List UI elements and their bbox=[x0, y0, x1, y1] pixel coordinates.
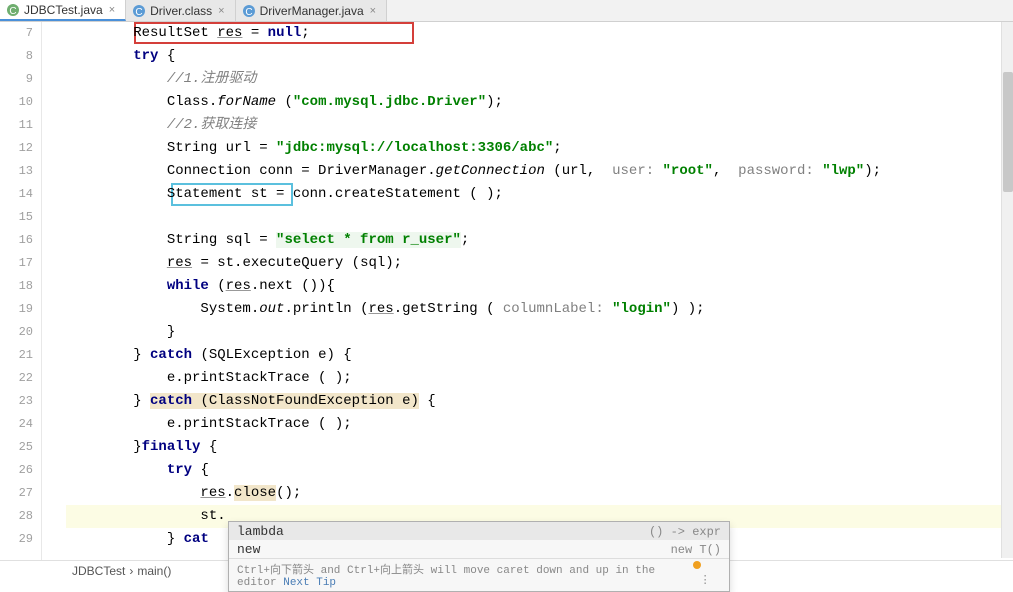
code-line[interactable]: e.printStackTrace ( ); bbox=[66, 367, 1013, 390]
close-icon[interactable]: × bbox=[370, 5, 376, 17]
code-line[interactable]: ResultSet res = null; bbox=[66, 22, 1013, 45]
line-number: 8 bbox=[0, 45, 33, 68]
code-line[interactable]: Statement st = conn.createStatement ( ); bbox=[66, 183, 1013, 206]
code-line[interactable]: e.printStackTrace ( ); bbox=[66, 413, 1013, 436]
next-tip-link[interactable]: Next Tip bbox=[283, 577, 336, 589]
chevron-right-icon: › bbox=[129, 564, 133, 578]
tab-jdbctest[interactable]: C JDBCTest.java × bbox=[0, 0, 126, 21]
code-line[interactable]: try { bbox=[66, 45, 1013, 68]
line-number: 25 bbox=[0, 436, 33, 459]
line-number: 9 bbox=[0, 68, 33, 91]
line-number: 13 bbox=[0, 160, 33, 183]
line-number: 20 bbox=[0, 321, 33, 344]
line-number: 22 bbox=[0, 367, 33, 390]
code-line[interactable]: //2.获取连接 bbox=[66, 114, 1013, 137]
editor-area: 7 8 9 10 11 12 13 14 15 16 17 18 19 20 2… bbox=[0, 22, 1013, 560]
tab-label: DriverManager.java bbox=[260, 4, 364, 18]
code-line[interactable]: res.close(); bbox=[66, 482, 1013, 505]
scrollbar-thumb[interactable] bbox=[1003, 72, 1013, 192]
line-number: 23 bbox=[0, 390, 33, 413]
autocomplete-item[interactable]: lambda () -> expr bbox=[229, 522, 729, 540]
line-number: 27 bbox=[0, 482, 33, 505]
code-line[interactable]: while (res.next ()){ bbox=[66, 275, 1013, 298]
vertical-scrollbar[interactable] bbox=[1001, 22, 1013, 558]
line-number: 10 bbox=[0, 91, 33, 114]
svg-text:C: C bbox=[9, 6, 16, 17]
line-number: 14 bbox=[0, 183, 33, 206]
code-editor[interactable]: ResultSet res = null; try { //1.注册驱动 Cla… bbox=[66, 22, 1013, 560]
svg-text:C: C bbox=[245, 7, 252, 18]
close-icon[interactable]: × bbox=[218, 5, 224, 17]
line-number: 18 bbox=[0, 275, 33, 298]
code-line[interactable]: } catch (ClassNotFoundException e) { bbox=[66, 390, 1013, 413]
autocomplete-item[interactable]: new new T() bbox=[229, 540, 729, 558]
code-line[interactable]: try { bbox=[66, 459, 1013, 482]
line-number: 29 bbox=[0, 528, 33, 551]
line-number: 26 bbox=[0, 459, 33, 482]
class-icon: C bbox=[242, 4, 256, 18]
autocomplete-popup[interactable]: lambda () -> expr new new T() Ctrl+向下箭头 … bbox=[228, 521, 730, 592]
line-number: 28 bbox=[0, 505, 33, 528]
class-icon: C bbox=[6, 3, 20, 17]
editor-tabs: C JDBCTest.java × C Driver.class × C Dri… bbox=[0, 0, 1013, 22]
code-line[interactable]: res = st.executeQuery (sql); bbox=[66, 252, 1013, 275]
line-number: 11 bbox=[0, 114, 33, 137]
class-icon: C bbox=[132, 4, 146, 18]
tab-driver[interactable]: C Driver.class × bbox=[126, 0, 235, 21]
line-number: 21 bbox=[0, 344, 33, 367]
fold-gutter bbox=[42, 22, 66, 560]
code-line[interactable]: } bbox=[66, 321, 1013, 344]
autocomplete-hint: Ctrl+向下箭头 and Ctrl+向上箭头 will move caret … bbox=[229, 558, 729, 591]
line-number: 7 bbox=[0, 22, 33, 45]
tab-drivermanager[interactable]: C DriverManager.java × bbox=[236, 0, 387, 21]
code-line[interactable]: } catch (SQLException e) { bbox=[66, 344, 1013, 367]
line-gutter: 7 8 9 10 11 12 13 14 15 16 17 18 19 20 2… bbox=[0, 22, 42, 560]
tab-label: JDBCTest.java bbox=[24, 3, 103, 17]
code-line[interactable]: String sql = "select * from r_user"; bbox=[66, 229, 1013, 252]
svg-text:C: C bbox=[136, 7, 143, 18]
code-line[interactable]: //1.注册驱动 bbox=[66, 68, 1013, 91]
tab-label: Driver.class bbox=[150, 4, 212, 18]
breadcrumb-item[interactable]: main() bbox=[137, 564, 171, 578]
code-line[interactable]: Class.forName ("com.mysql.jdbc.Driver"); bbox=[66, 91, 1013, 114]
line-number: 24 bbox=[0, 413, 33, 436]
line-number: 17 bbox=[0, 252, 33, 275]
code-line[interactable]: System.out.println (res.getString ( colu… bbox=[66, 298, 1013, 321]
code-line[interactable] bbox=[66, 206, 1013, 229]
code-line[interactable]: String url = "jdbc:mysql://localhost:330… bbox=[66, 137, 1013, 160]
line-number: 12 bbox=[0, 137, 33, 160]
code-line[interactable]: Connection conn = DriverManager.getConne… bbox=[66, 160, 1013, 183]
breadcrumb-item[interactable]: JDBCTest bbox=[72, 564, 125, 578]
close-icon[interactable]: × bbox=[109, 4, 115, 16]
line-number: 19 bbox=[0, 298, 33, 321]
line-number: 16 bbox=[0, 229, 33, 252]
warning-dot-icon bbox=[693, 561, 701, 569]
line-number: 15 bbox=[0, 206, 33, 229]
code-line[interactable]: }finally { bbox=[66, 436, 1013, 459]
